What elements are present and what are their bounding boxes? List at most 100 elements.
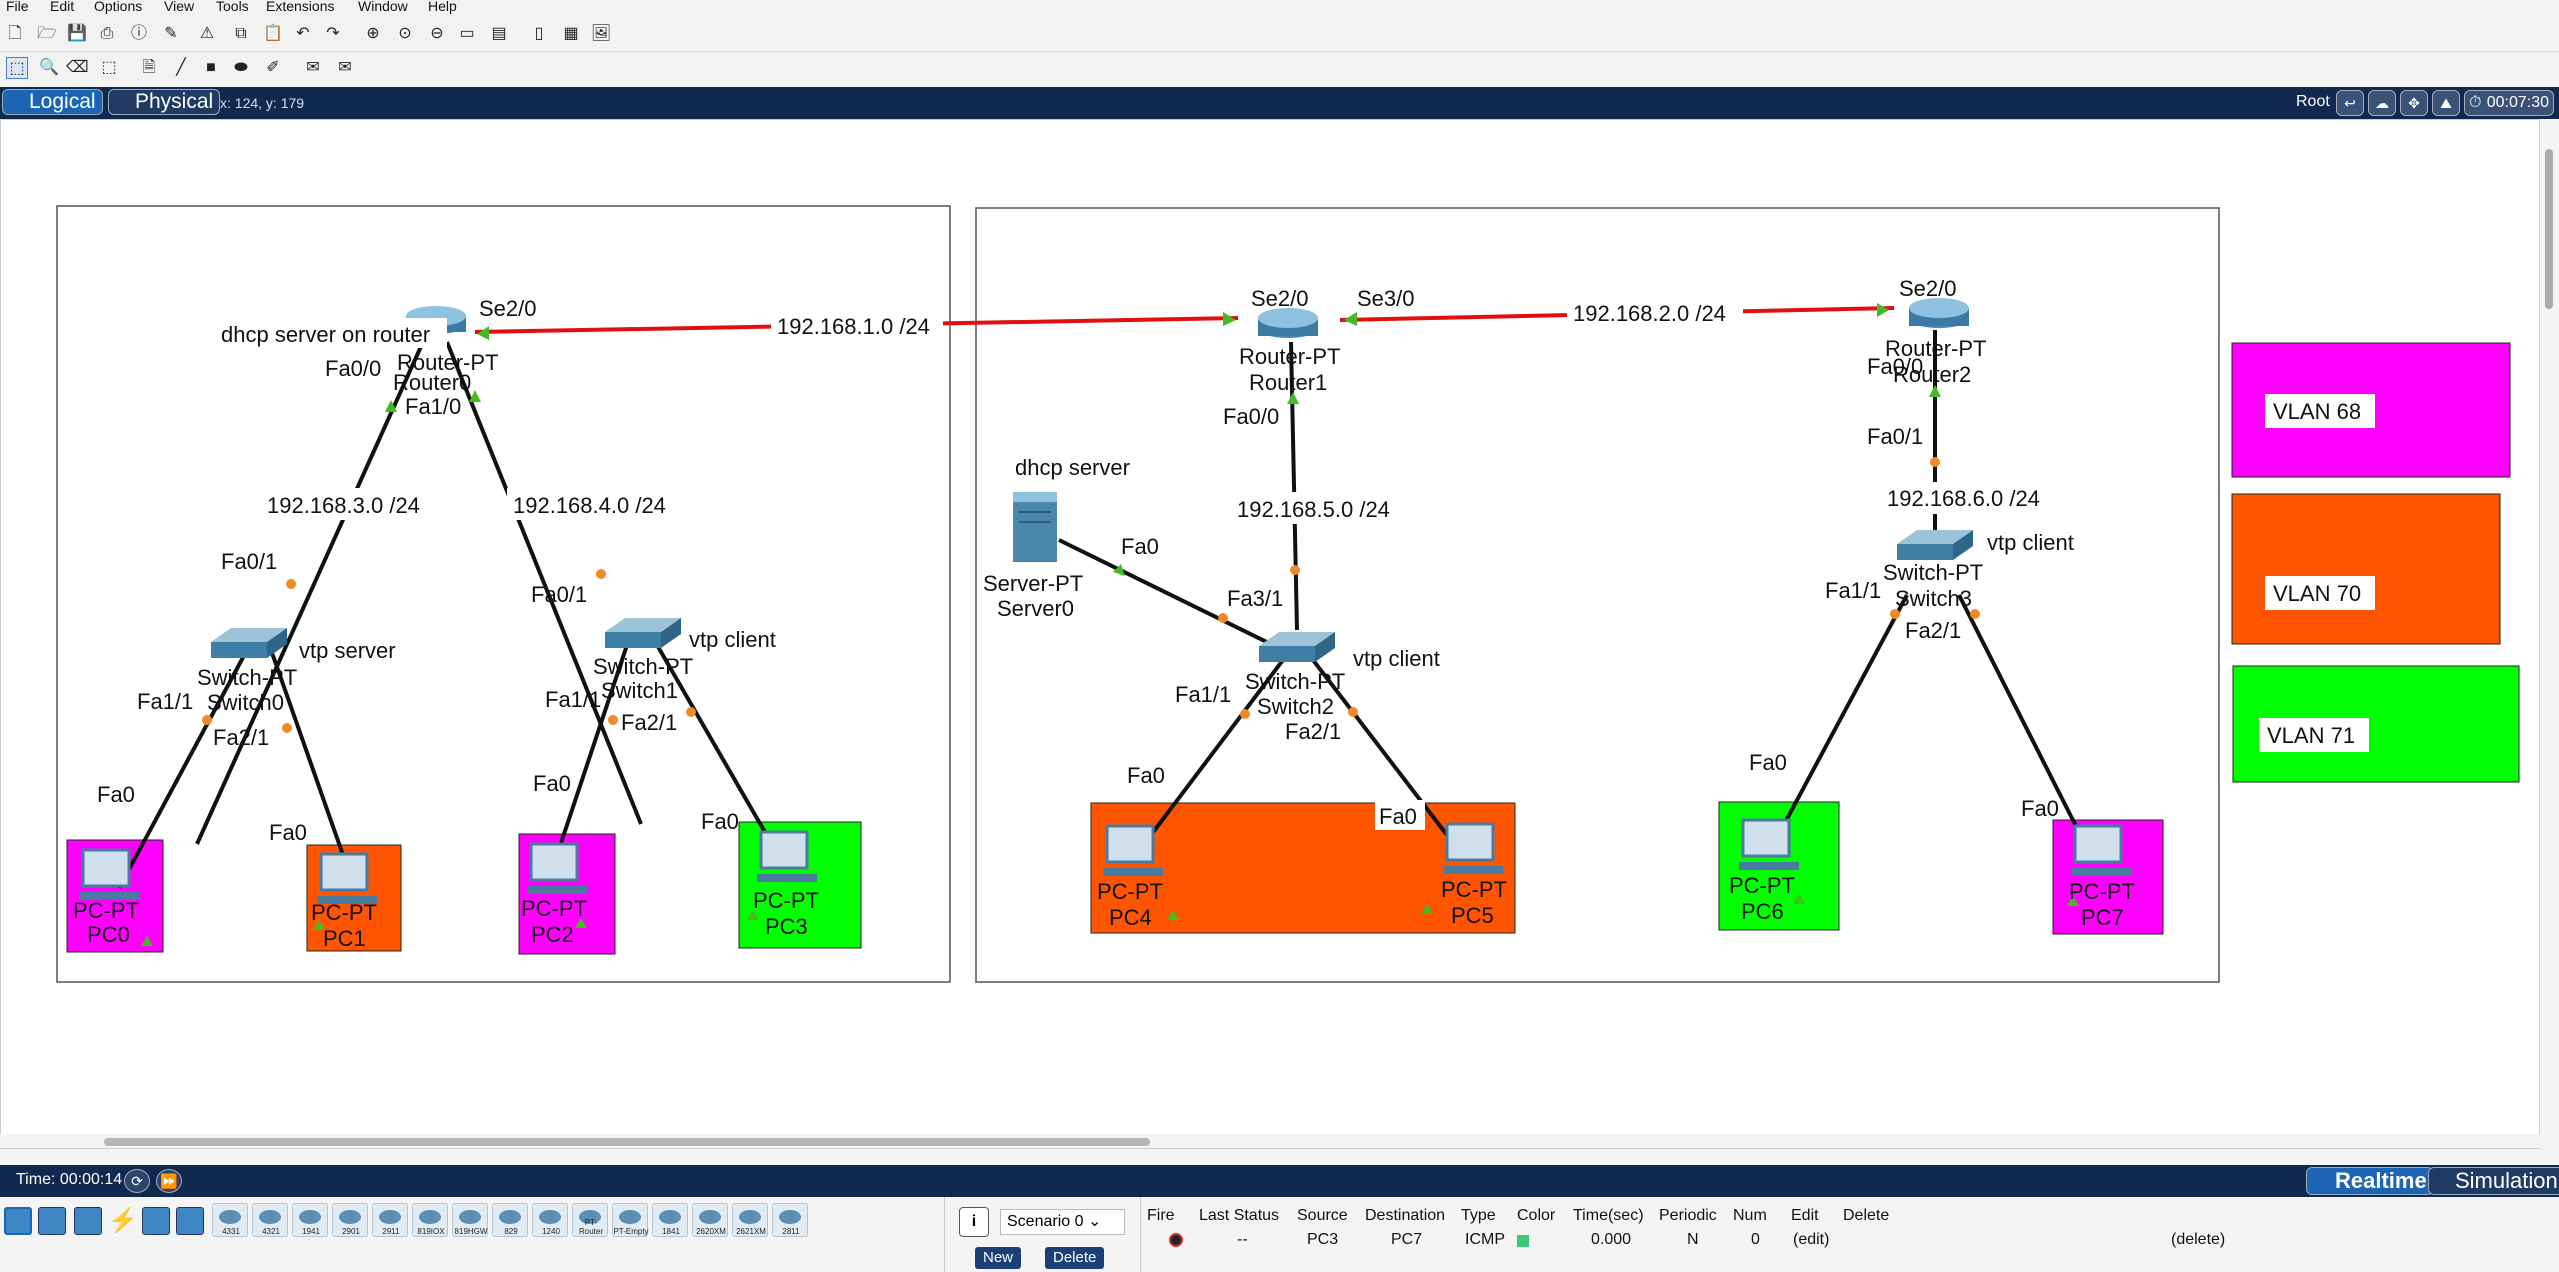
link-s3-pc6[interactable] bbox=[1779, 594, 1909, 831]
misc-icon[interactable] bbox=[142, 1207, 170, 1235]
pc0-icon[interactable] bbox=[79, 848, 139, 900]
switch0-icon[interactable] bbox=[211, 628, 287, 658]
model-2620xm[interactable]: 2620XM bbox=[692, 1203, 728, 1237]
undo-icon[interactable]: ↶ bbox=[292, 23, 314, 45]
custom-devices-icon[interactable]: ▤ bbox=[488, 23, 510, 45]
info-icon[interactable]: i bbox=[959, 1207, 989, 1237]
pc2-icon[interactable] bbox=[527, 842, 587, 894]
scenario-select[interactable]: Scenario 0 ⌄ bbox=[1000, 1209, 1125, 1235]
ellipse-icon[interactable]: ⬬ bbox=[230, 57, 252, 79]
copy-icon[interactable]: ⧉ bbox=[230, 23, 252, 45]
delete-scenario-button[interactable]: Delete bbox=[1045, 1247, 1105, 1269]
pc5-icon[interactable] bbox=[1443, 822, 1503, 874]
switch3-note: vtp client bbox=[1987, 530, 2074, 555]
model-2811[interactable]: 2811 bbox=[772, 1203, 808, 1237]
simple-pdu-icon[interactable]: ✉ bbox=[302, 57, 324, 79]
model-829[interactable]: 829 bbox=[492, 1203, 528, 1237]
cluster-icon[interactable]: ▯ bbox=[528, 23, 550, 45]
zoom-reset-icon[interactable]: ⊙ bbox=[394, 23, 416, 45]
horizontal-scroll-thumb[interactable] bbox=[104, 1138, 1150, 1146]
pc1-icon[interactable] bbox=[317, 852, 377, 904]
viewport-icon[interactable]: 🖼 bbox=[590, 23, 612, 45]
link-r0-s0[interactable] bbox=[195, 341, 425, 845]
open-icon[interactable]: 🗁 bbox=[36, 23, 58, 45]
multiuser-icon[interactable] bbox=[176, 1207, 204, 1235]
rectangle-icon[interactable]: ■ bbox=[200, 57, 222, 79]
pc7-icon[interactable] bbox=[2071, 824, 2131, 876]
model-819iox[interactable]: 819IOX bbox=[412, 1203, 448, 1237]
model-1240[interactable]: 1240 bbox=[532, 1203, 568, 1237]
components-icon[interactable] bbox=[74, 1207, 102, 1235]
pc6-icon[interactable] bbox=[1739, 818, 1799, 870]
fast-forward-icon[interactable]: ⏩ bbox=[156, 1169, 182, 1193]
note-icon[interactable]: 🗎 bbox=[138, 57, 160, 79]
complex-pdu-icon[interactable]: ✉ bbox=[334, 57, 356, 79]
model-pt-router[interactable]: PT-Router bbox=[572, 1203, 608, 1237]
info-icon[interactable]: ⓘ bbox=[128, 23, 150, 45]
power-cycle-icon[interactable]: ⟳ bbox=[124, 1169, 150, 1193]
menu-file[interactable]: File bbox=[6, 0, 29, 14]
background-image-icon[interactable]: ⛰ bbox=[2432, 90, 2460, 116]
connections-icon[interactable]: ⚡ bbox=[108, 1207, 138, 1235]
pc3-icon[interactable] bbox=[757, 830, 817, 882]
row-edit-link[interactable]: (edit) bbox=[1793, 1231, 1829, 1249]
model-1841[interactable]: 1841 bbox=[652, 1203, 688, 1237]
model-4331[interactable]: 4331 bbox=[212, 1203, 248, 1237]
model-1941[interactable]: 1941 bbox=[292, 1203, 328, 1237]
logical-workspace[interactable]: dhcp server on router Router-PT Router0 … bbox=[0, 119, 2540, 1149]
freeform-icon[interactable]: ✐ bbox=[262, 57, 284, 79]
save-icon[interactable]: 💾 bbox=[66, 23, 88, 45]
end-devices-icon[interactable] bbox=[38, 1207, 66, 1235]
model-2901[interactable]: 2901 bbox=[332, 1203, 368, 1237]
drawing-palette-icon[interactable]: ▭ bbox=[456, 23, 478, 45]
menu-help[interactable]: Help bbox=[428, 0, 457, 14]
menu-options[interactable]: Options bbox=[94, 0, 142, 14]
physical-tab[interactable]: Physical bbox=[108, 89, 221, 115]
zoom-out-icon[interactable]: ⊖ bbox=[426, 23, 448, 45]
model-819hgw[interactable]: 819HGW bbox=[452, 1203, 488, 1237]
switch3-icon[interactable] bbox=[1897, 530, 1973, 560]
activity-wizard-icon[interactable]: ✎ bbox=[160, 23, 182, 45]
zoom-in-icon[interactable]: ⊕ bbox=[362, 23, 384, 45]
new-scenario-button[interactable]: New bbox=[975, 1247, 1022, 1269]
vertical-scroll-thumb[interactable] bbox=[2545, 149, 2553, 309]
resize-icon[interactable]: ⬚ bbox=[98, 57, 120, 79]
line-icon[interactable]: ╱ bbox=[170, 57, 192, 79]
delete-icon[interactable]: ⌫ bbox=[66, 57, 89, 79]
logical-tab[interactable]: Logical bbox=[2, 89, 103, 115]
model-2911[interactable]: 2911 bbox=[372, 1203, 408, 1237]
switch1-icon[interactable] bbox=[605, 618, 681, 648]
simulation-tab[interactable]: Simulation bbox=[2428, 1167, 2559, 1195]
print-icon[interactable]: ⎙ bbox=[96, 23, 118, 45]
new-cluster-icon[interactable]: ☁ bbox=[2368, 90, 2396, 116]
router2-icon[interactable] bbox=[1909, 298, 1969, 328]
menu-tools[interactable]: Tools bbox=[216, 0, 249, 14]
menu-window[interactable]: Window bbox=[358, 0, 408, 14]
realtime-tab[interactable]: Realtime bbox=[2306, 1167, 2434, 1195]
model-2621xm[interactable]: 2621XM bbox=[732, 1203, 768, 1237]
pc4-icon[interactable] bbox=[1103, 824, 1163, 876]
network-devices-icon[interactable] bbox=[4, 1207, 32, 1235]
network-info-icon[interactable]: ⚠ bbox=[196, 23, 218, 45]
select-icon[interactable]: ⬚ bbox=[6, 57, 28, 79]
menu-edit[interactable]: Edit bbox=[50, 0, 74, 14]
paste-icon[interactable]: 📋 bbox=[262, 23, 284, 45]
router1-icon[interactable] bbox=[1258, 308, 1318, 338]
fire-icon[interactable] bbox=[1169, 1233, 1183, 1247]
row-delete-link[interactable]: (delete) bbox=[2171, 1231, 2225, 1249]
redo-icon[interactable]: ↷ bbox=[322, 23, 344, 45]
horizontal-scrollbar[interactable] bbox=[0, 1134, 2540, 1148]
menu-view[interactable]: View bbox=[164, 0, 194, 14]
ipc-icon[interactable]: ▦ bbox=[560, 23, 582, 45]
vertical-scrollbar[interactable] bbox=[2540, 119, 2559, 1149]
server0-icon[interactable] bbox=[1013, 492, 1057, 562]
back-icon[interactable]: ↩ bbox=[2336, 90, 2364, 116]
move-object-icon[interactable]: ✥ bbox=[2400, 90, 2428, 116]
inspect-icon[interactable]: 🔍 bbox=[38, 57, 60, 79]
menu-extensions[interactable]: Extensions bbox=[266, 0, 334, 14]
switch2-icon[interactable] bbox=[1259, 632, 1335, 662]
new-file-icon[interactable]: 🗋 bbox=[4, 23, 26, 45]
model-4321[interactable]: 4321 bbox=[252, 1203, 288, 1237]
model-pt-empty[interactable]: PT-Empty bbox=[612, 1203, 649, 1237]
topology-canvas[interactable]: dhcp server on router Router-PT Router0 … bbox=[1, 120, 2541, 1150]
